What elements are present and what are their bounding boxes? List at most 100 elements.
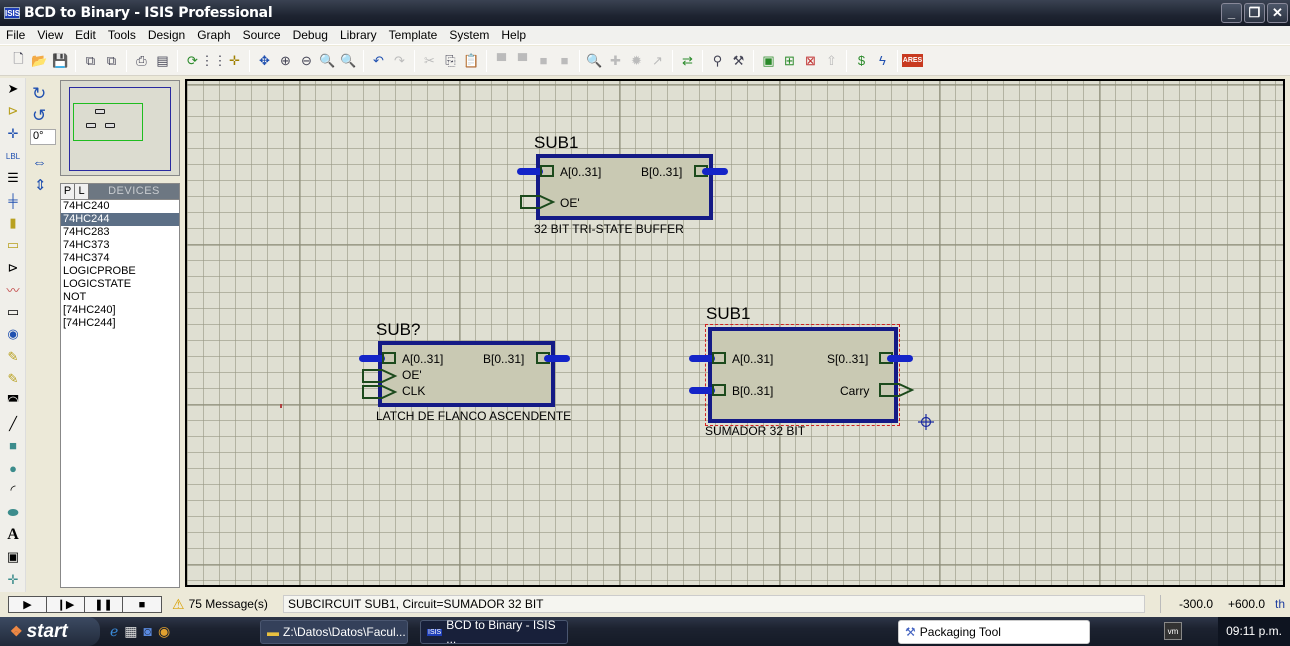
vmware-tray-icon[interactable]: vm bbox=[1164, 622, 1182, 640]
stop-button[interactable]: ■ bbox=[123, 597, 161, 612]
messages-indicator[interactable]: ⚠ 75 Message(s) bbox=[172, 595, 268, 613]
voltage-probe-icon[interactable]: ✎ bbox=[0, 346, 26, 368]
block-delete-icon[interactable]: ■ bbox=[554, 50, 575, 71]
menu-view[interactable]: View bbox=[31, 28, 69, 42]
menu-library[interactable]: Library bbox=[334, 28, 383, 42]
menu-help[interactable]: Help bbox=[495, 28, 532, 42]
print-area-icon[interactable]: ▤ bbox=[152, 50, 173, 71]
zoom-all-icon[interactable]: 🔍 bbox=[317, 50, 338, 71]
device-item[interactable]: LOGICPROBE bbox=[61, 265, 179, 278]
search-icon[interactable]: ⚲ bbox=[707, 50, 728, 71]
copy-icon[interactable]: ⎘ bbox=[440, 50, 461, 71]
property-tool-icon[interactable]: ⚒ bbox=[728, 50, 749, 71]
rotation-angle-input[interactable]: 0° bbox=[30, 129, 56, 145]
buses-icon[interactable]: ╪ bbox=[0, 189, 26, 211]
wire-autorouter-icon[interactable]: ⇄ bbox=[677, 50, 698, 71]
menu-debug[interactable]: Debug bbox=[287, 28, 334, 42]
menu-system[interactable]: System bbox=[443, 28, 495, 42]
line-icon[interactable]: ╱ bbox=[0, 412, 26, 434]
goto-child-icon[interactable]: ⇧ bbox=[821, 50, 842, 71]
ares-icon[interactable]: ARES bbox=[901, 50, 924, 71]
taskbar-isis[interactable]: ISIS BCD to Binary - ISIS ... bbox=[420, 618, 568, 646]
menu-edit[interactable]: Edit bbox=[69, 28, 102, 42]
pick-device-icon[interactable]: 🔍 bbox=[584, 50, 605, 71]
symbol-icon[interactable]: ▣ bbox=[0, 546, 26, 568]
device-list[interactable]: 74HC240 74HC244 74HC283 74HC373 74HC374 … bbox=[60, 200, 180, 588]
import-icon[interactable]: ⧉ bbox=[80, 50, 101, 71]
terminals-icon[interactable]: ▭ bbox=[0, 234, 26, 256]
mirror-horizontal-icon[interactable]: ⇔ bbox=[32, 154, 47, 171]
redo-icon[interactable]: ↷ bbox=[389, 50, 410, 71]
zoom-area-icon[interactable]: 🔍 bbox=[338, 50, 359, 71]
zoom-out-icon[interactable]: ⊖ bbox=[296, 50, 317, 71]
start-button[interactable]: ❖ start bbox=[0, 617, 100, 646]
zoom-in-icon[interactable]: ⊕ bbox=[275, 50, 296, 71]
current-probe-icon[interactable]: ✎ bbox=[0, 368, 26, 390]
print-icon[interactable]: ⎙ bbox=[131, 50, 152, 71]
device-item[interactable]: 74HC283 bbox=[61, 226, 179, 239]
menu-template[interactable]: Template bbox=[383, 28, 444, 42]
pick-devices-button[interactable]: P bbox=[61, 184, 75, 199]
origin-icon[interactable]: ✛ bbox=[224, 50, 245, 71]
packaging-tool-icon[interactable]: ✹ bbox=[626, 50, 647, 71]
taskbar-folder[interactable]: ▬ Z:\Datos\Datos\Facul... bbox=[260, 620, 408, 644]
bill-of-materials-icon[interactable]: $ bbox=[851, 50, 872, 71]
graph-mode-icon[interactable]: 〰 bbox=[0, 279, 26, 301]
device-item[interactable]: 74HC373 bbox=[61, 239, 179, 252]
cut-icon[interactable]: ✂ bbox=[419, 50, 440, 71]
generator-icon[interactable]: ◉ bbox=[0, 323, 26, 345]
minimize-button[interactable]: _ bbox=[1221, 3, 1242, 23]
tape-recorder-icon[interactable]: ▭ bbox=[0, 301, 26, 323]
menu-tools[interactable]: Tools bbox=[102, 28, 142, 42]
app-icon[interactable]: ◙ bbox=[144, 623, 152, 640]
remove-sheet-icon[interactable]: ⊠ bbox=[800, 50, 821, 71]
new-icon[interactable]: 🗋 bbox=[8, 50, 29, 71]
mirror-vertical-icon[interactable]: ⇕ bbox=[34, 176, 47, 194]
undo-icon[interactable]: ↶ bbox=[368, 50, 389, 71]
arc-icon[interactable]: ◜ bbox=[0, 479, 26, 501]
decompose-icon[interactable]: ↗ bbox=[647, 50, 668, 71]
taskbar-packaging-tool[interactable]: ⚒ Packaging Tool bbox=[898, 620, 1090, 644]
play-button[interactable]: ▶ bbox=[9, 597, 47, 612]
wire-label-icon[interactable]: LBL bbox=[0, 145, 26, 167]
media-icon[interactable]: ▦ bbox=[124, 623, 137, 640]
device-item[interactable]: 74HC374 bbox=[61, 252, 179, 265]
library-manager-button[interactable]: L bbox=[75, 184, 89, 199]
pause-button[interactable]: ❚❚ bbox=[85, 597, 123, 612]
block-rotate-icon[interactable]: ■ bbox=[533, 50, 554, 71]
schematic-canvas[interactable]: SUB1 A[0..31] B[0..31] OE' 32 BIT TRI-ST… bbox=[185, 79, 1285, 587]
text-icon[interactable]: A bbox=[0, 524, 26, 546]
rotate-ccw-icon[interactable]: ↺ bbox=[32, 106, 46, 126]
view-area-box[interactable] bbox=[73, 103, 143, 141]
circle-icon[interactable]: ● bbox=[0, 457, 26, 479]
pan-icon[interactable]: ✥ bbox=[254, 50, 275, 71]
new-sheet-icon[interactable]: ▣ bbox=[758, 50, 779, 71]
overview-window[interactable] bbox=[60, 80, 180, 176]
menu-file[interactable]: File bbox=[0, 28, 31, 42]
block-copy-icon[interactable]: ▀ bbox=[491, 50, 512, 71]
component-mode-icon[interactable]: ⊳ bbox=[0, 100, 26, 122]
path-icon[interactable]: ⬬ bbox=[0, 502, 26, 524]
junction-dot-icon[interactable]: ✛ bbox=[0, 123, 26, 145]
menu-source[interactable]: Source bbox=[237, 28, 287, 42]
marker-icon[interactable]: ✛ bbox=[0, 569, 26, 591]
device-item-selected[interactable]: 74HC244 bbox=[61, 213, 179, 226]
open-icon[interactable]: 📂 bbox=[29, 50, 50, 71]
virtual-instruments-icon[interactable]: ◚ bbox=[0, 390, 26, 412]
menu-graph[interactable]: Graph bbox=[191, 28, 236, 42]
text-script-icon[interactable]: ☰ bbox=[0, 167, 26, 189]
device-item[interactable]: [74HC244] bbox=[61, 317, 179, 330]
device-item[interactable]: 74HC240 bbox=[61, 200, 179, 213]
selection-mode-icon[interactable]: ➤ bbox=[0, 78, 26, 100]
menu-design[interactable]: Design bbox=[142, 28, 191, 42]
save-icon[interactable]: 💾 bbox=[50, 50, 71, 71]
export-icon[interactable]: ⧉ bbox=[101, 50, 122, 71]
device-item[interactable]: NOT bbox=[61, 291, 179, 304]
grid-icon[interactable]: ⋮⋮ bbox=[201, 50, 227, 71]
subcircuit-icon[interactable]: ▮ bbox=[0, 212, 26, 234]
device-pins-icon[interactable]: ⊳ bbox=[0, 256, 26, 278]
device-item[interactable]: LOGICSTATE bbox=[61, 278, 179, 291]
chrome-icon[interactable]: ◉ bbox=[158, 623, 170, 640]
box-icon[interactable]: ■ bbox=[0, 435, 26, 457]
restore-button[interactable]: ❐ bbox=[1244, 3, 1265, 23]
